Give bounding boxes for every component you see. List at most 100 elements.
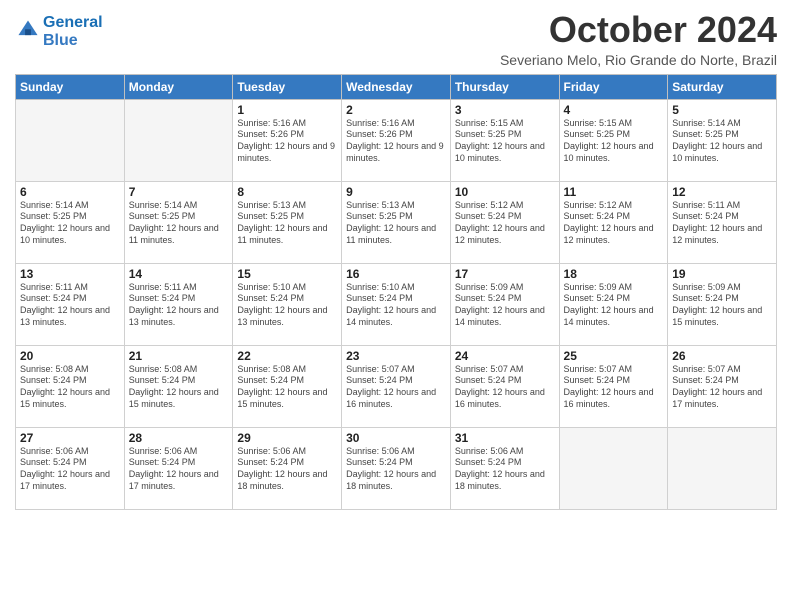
table-row bbox=[559, 427, 668, 509]
table-row: 27Sunrise: 5:06 AM Sunset: 5:24 PM Dayli… bbox=[16, 427, 125, 509]
table-row bbox=[16, 99, 125, 181]
day-number: 10 bbox=[455, 185, 555, 199]
day-info: Sunrise: 5:10 AM Sunset: 5:24 PM Dayligh… bbox=[237, 282, 337, 329]
day-number: 12 bbox=[672, 185, 772, 199]
day-number: 29 bbox=[237, 431, 337, 445]
table-row: 22Sunrise: 5:08 AM Sunset: 5:24 PM Dayli… bbox=[233, 345, 342, 427]
table-row: 2Sunrise: 5:16 AM Sunset: 5:26 PM Daylig… bbox=[342, 99, 451, 181]
calendar-week-3: 13Sunrise: 5:11 AM Sunset: 5:24 PM Dayli… bbox=[16, 263, 777, 345]
day-info: Sunrise: 5:10 AM Sunset: 5:24 PM Dayligh… bbox=[346, 282, 446, 329]
table-row: 1Sunrise: 5:16 AM Sunset: 5:26 PM Daylig… bbox=[233, 99, 342, 181]
table-row: 16Sunrise: 5:10 AM Sunset: 5:24 PM Dayli… bbox=[342, 263, 451, 345]
table-row: 14Sunrise: 5:11 AM Sunset: 5:24 PM Dayli… bbox=[124, 263, 233, 345]
day-number: 13 bbox=[20, 267, 120, 281]
table-row: 8Sunrise: 5:13 AM Sunset: 5:25 PM Daylig… bbox=[233, 181, 342, 263]
day-number: 7 bbox=[129, 185, 229, 199]
day-number: 14 bbox=[129, 267, 229, 281]
col-monday: Monday bbox=[124, 74, 233, 99]
day-info: Sunrise: 5:14 AM Sunset: 5:25 PM Dayligh… bbox=[129, 200, 229, 247]
logo: General Blue bbox=[15, 14, 103, 50]
table-row: 4Sunrise: 5:15 AM Sunset: 5:25 PM Daylig… bbox=[559, 99, 668, 181]
day-number: 3 bbox=[455, 103, 555, 117]
table-row: 30Sunrise: 5:06 AM Sunset: 5:24 PM Dayli… bbox=[342, 427, 451, 509]
day-number: 27 bbox=[20, 431, 120, 445]
table-row: 15Sunrise: 5:10 AM Sunset: 5:24 PM Dayli… bbox=[233, 263, 342, 345]
day-number: 25 bbox=[564, 349, 664, 363]
day-info: Sunrise: 5:11 AM Sunset: 5:24 PM Dayligh… bbox=[129, 282, 229, 329]
day-number: 24 bbox=[455, 349, 555, 363]
day-info: Sunrise: 5:08 AM Sunset: 5:24 PM Dayligh… bbox=[237, 364, 337, 411]
day-info: Sunrise: 5:09 AM Sunset: 5:24 PM Dayligh… bbox=[455, 282, 555, 329]
table-row: 25Sunrise: 5:07 AM Sunset: 5:24 PM Dayli… bbox=[559, 345, 668, 427]
day-number: 23 bbox=[346, 349, 446, 363]
table-row: 5Sunrise: 5:14 AM Sunset: 5:25 PM Daylig… bbox=[668, 99, 777, 181]
calendar-header-row: Sunday Monday Tuesday Wednesday Thursday… bbox=[16, 74, 777, 99]
day-info: Sunrise: 5:11 AM Sunset: 5:24 PM Dayligh… bbox=[20, 282, 120, 329]
day-info: Sunrise: 5:07 AM Sunset: 5:24 PM Dayligh… bbox=[564, 364, 664, 411]
day-number: 19 bbox=[672, 267, 772, 281]
day-number: 30 bbox=[346, 431, 446, 445]
day-info: Sunrise: 5:06 AM Sunset: 5:24 PM Dayligh… bbox=[237, 446, 337, 493]
table-row: 3Sunrise: 5:15 AM Sunset: 5:25 PM Daylig… bbox=[450, 99, 559, 181]
calendar-week-5: 27Sunrise: 5:06 AM Sunset: 5:24 PM Dayli… bbox=[16, 427, 777, 509]
day-number: 17 bbox=[455, 267, 555, 281]
day-info: Sunrise: 5:07 AM Sunset: 5:24 PM Dayligh… bbox=[455, 364, 555, 411]
table-row: 18Sunrise: 5:09 AM Sunset: 5:24 PM Dayli… bbox=[559, 263, 668, 345]
table-row: 29Sunrise: 5:06 AM Sunset: 5:24 PM Dayli… bbox=[233, 427, 342, 509]
day-number: 1 bbox=[237, 103, 337, 117]
logo-line1: General bbox=[43, 14, 103, 32]
day-number: 15 bbox=[237, 267, 337, 281]
logo-line2: Blue bbox=[43, 32, 103, 50]
day-number: 22 bbox=[237, 349, 337, 363]
day-info: Sunrise: 5:16 AM Sunset: 5:26 PM Dayligh… bbox=[346, 118, 446, 165]
calendar-week-4: 20 Sunrise: 5:08 AM Sunset: 5:24 PM Dayli… bbox=[16, 345, 777, 427]
col-thursday: Thursday bbox=[450, 74, 559, 99]
table-row: 17Sunrise: 5:09 AM Sunset: 5:24 PM Dayli… bbox=[450, 263, 559, 345]
calendar-week-1: 1Sunrise: 5:16 AM Sunset: 5:26 PM Daylig… bbox=[16, 99, 777, 181]
day-info: Sunrise: 5:16 AM Sunset: 5:26 PM Dayligh… bbox=[237, 118, 337, 165]
table-row: 12Sunrise: 5:11 AM Sunset: 5:24 PM Dayli… bbox=[668, 181, 777, 263]
table-row: 28Sunrise: 5:06 AM Sunset: 5:24 PM Dayli… bbox=[124, 427, 233, 509]
table-row: 31Sunrise: 5:06 AM Sunset: 5:24 PM Dayli… bbox=[450, 427, 559, 509]
day-info: Sunrise: 5:15 AM Sunset: 5:25 PM Dayligh… bbox=[455, 118, 555, 165]
day-info: Sunrise: 5:14 AM Sunset: 5:25 PM Dayligh… bbox=[672, 118, 772, 165]
header: General Blue October 2024 Severiano Melo… bbox=[15, 10, 777, 68]
day-info: Sunrise: 5:12 AM Sunset: 5:24 PM Dayligh… bbox=[455, 200, 555, 247]
day-number: 20 bbox=[20, 349, 120, 363]
table-row: 23Sunrise: 5:07 AM Sunset: 5:24 PM Dayli… bbox=[342, 345, 451, 427]
table-row: 21Sunrise: 5:08 AM Sunset: 5:24 PM Dayli… bbox=[124, 345, 233, 427]
month-title: October 2024 bbox=[500, 10, 777, 50]
day-number: 31 bbox=[455, 431, 555, 445]
day-number: 6 bbox=[20, 185, 120, 199]
day-number: 26 bbox=[672, 349, 772, 363]
col-sunday: Sunday bbox=[16, 74, 125, 99]
day-info: Sunrise: 5:06 AM Sunset: 5:24 PM Dayligh… bbox=[346, 446, 446, 493]
day-info: Sunrise: 5:09 AM Sunset: 5:24 PM Dayligh… bbox=[564, 282, 664, 329]
day-info: Sunrise: 5:09 AM Sunset: 5:24 PM Dayligh… bbox=[672, 282, 772, 329]
table-row: 7Sunrise: 5:14 AM Sunset: 5:25 PM Daylig… bbox=[124, 181, 233, 263]
col-tuesday: Tuesday bbox=[233, 74, 342, 99]
table-row bbox=[668, 427, 777, 509]
day-number: 16 bbox=[346, 267, 446, 281]
day-info: Sunrise: 5:11 AM Sunset: 5:24 PM Dayligh… bbox=[672, 200, 772, 247]
day-number: 11 bbox=[564, 185, 664, 199]
day-number: 9 bbox=[346, 185, 446, 199]
day-info: Sunrise: 5:13 AM Sunset: 5:25 PM Dayligh… bbox=[346, 200, 446, 247]
table-row bbox=[124, 99, 233, 181]
subtitle: Severiano Melo, Rio Grande do Norte, Bra… bbox=[500, 52, 777, 68]
day-number: 21 bbox=[129, 349, 229, 363]
day-info: Sunrise: 5:12 AM Sunset: 5:24 PM Dayligh… bbox=[564, 200, 664, 247]
table-row: 11Sunrise: 5:12 AM Sunset: 5:24 PM Dayli… bbox=[559, 181, 668, 263]
page-container: General Blue October 2024 Severiano Melo… bbox=[0, 0, 792, 515]
day-number: 2 bbox=[346, 103, 446, 117]
day-number: 4 bbox=[564, 103, 664, 117]
day-info: Sunrise: 5:06 AM Sunset: 5:24 PM Dayligh… bbox=[20, 446, 120, 493]
col-saturday: Saturday bbox=[668, 74, 777, 99]
table-row: 9Sunrise: 5:13 AM Sunset: 5:25 PM Daylig… bbox=[342, 181, 451, 263]
table-row: 24Sunrise: 5:07 AM Sunset: 5:24 PM Dayli… bbox=[450, 345, 559, 427]
day-info: Sunrise: 5:13 AM Sunset: 5:25 PM Dayligh… bbox=[237, 200, 337, 247]
table-row: 13Sunrise: 5:11 AM Sunset: 5:24 PM Dayli… bbox=[16, 263, 125, 345]
day-number: 8 bbox=[237, 185, 337, 199]
table-row: 6Sunrise: 5:14 AM Sunset: 5:25 PM Daylig… bbox=[16, 181, 125, 263]
day-info: Sunrise: 5:08 AM Sunset: 5:24 PM Dayligh… bbox=[129, 364, 229, 411]
